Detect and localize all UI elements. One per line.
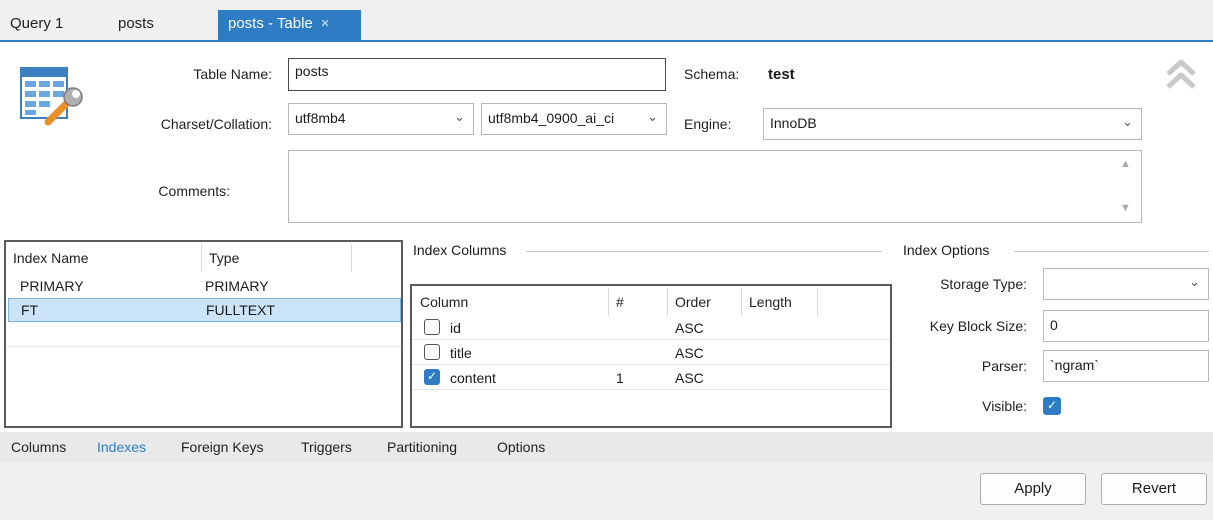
table-wrench-icon	[18, 64, 88, 134]
row-divider	[6, 346, 401, 347]
collation-value: utf8mb4_0900_ai_ci	[488, 110, 615, 126]
column-order-cell: ASC	[675, 345, 704, 361]
revert-button[interactable]: Revert	[1101, 473, 1207, 505]
index-name-cell: FT	[21, 302, 39, 318]
index-type-cell: PRIMARY	[205, 278, 269, 294]
visible-label: Visible:	[982, 398, 1027, 414]
tab-columns[interactable]: Columns	[11, 439, 66, 455]
group-divider	[1014, 251, 1209, 252]
comments-label: Comments:	[158, 183, 230, 199]
column-order-cell: ASC	[675, 320, 704, 336]
table-row[interactable]: PRIMARY PRIMARY	[6, 276, 401, 298]
comments-textarea[interactable]	[288, 150, 1142, 223]
table-row[interactable]: FT FULLTEXT	[8, 298, 401, 322]
tab-posts[interactable]: posts	[108, 10, 164, 40]
length-header[interactable]: Length	[749, 294, 792, 310]
close-icon[interactable]: ×	[321, 15, 330, 32]
column-num-cell: 1	[616, 370, 624, 386]
table-row[interactable]: title ASC	[412, 341, 890, 365]
chevron-down-icon: ⌄	[1122, 114, 1133, 129]
index-list[interactable]: Index Name Type PRIMARY PRIMARY FT FULLT…	[4, 240, 403, 428]
index-name-cell: PRIMARY	[20, 278, 84, 294]
column-divider	[667, 288, 668, 316]
index-options-title: Index Options	[903, 242, 990, 258]
storage-type-label: Storage Type:	[940, 276, 1027, 292]
engine-label: Engine:	[684, 116, 732, 132]
index-columns-title: Index Columns	[413, 242, 507, 258]
tab-label: posts	[118, 15, 154, 32]
collation-select[interactable]: utf8mb4_0900_ai_ci ⌄	[481, 103, 667, 135]
tab-label: Query 1	[10, 15, 64, 32]
chevron-down-icon: ⌄	[647, 109, 658, 124]
editor-tab-strip: Query 1 posts posts - Table ×	[0, 0, 1213, 42]
tab-indexes[interactable]: Indexes	[97, 439, 146, 455]
index-name-header[interactable]: Index Name	[13, 250, 88, 266]
column-divider	[741, 288, 742, 316]
schema-value: test	[768, 66, 795, 83]
tab-partitioning[interactable]: Partitioning	[387, 439, 457, 455]
tab-options[interactable]: Options	[497, 439, 545, 455]
number-header[interactable]: #	[616, 294, 624, 310]
key-block-size-input[interactable]: 0	[1043, 310, 1209, 342]
index-columns-grid[interactable]: Column # Order Length id ASC title ASC ✓…	[410, 284, 892, 428]
key-block-size-label: Key Block Size:	[929, 318, 1027, 334]
storage-type-select[interactable]: ⌄	[1043, 268, 1209, 300]
type-header[interactable]: Type	[209, 250, 239, 266]
column-checkbox-checked[interactable]: ✓	[424, 369, 440, 385]
tab-posts-table[interactable]: posts - Table ×	[218, 10, 361, 40]
engine-select[interactable]: InnoDB ⌄	[763, 108, 1142, 140]
column-divider	[817, 288, 818, 316]
column-checkbox[interactable]	[424, 344, 440, 360]
column-name-cell: title	[450, 345, 472, 361]
column-header[interactable]: Column	[420, 294, 468, 310]
chevron-down-icon: ⌄	[454, 109, 465, 124]
charset-value: utf8mb4	[295, 110, 346, 126]
charset-select[interactable]: utf8mb4 ⌄	[288, 103, 474, 135]
column-name-cell: id	[450, 320, 461, 336]
parser-label: Parser:	[981, 358, 1027, 374]
order-header[interactable]: Order	[675, 294, 711, 310]
column-divider	[351, 244, 352, 272]
charset-collation-label: Charset/Collation:	[160, 116, 272, 132]
table-name-label: Table Name:	[193, 66, 272, 82]
chevron-down-icon: ⌄	[1189, 274, 1200, 289]
engine-value: InnoDB	[770, 115, 817, 131]
table-row[interactable]: ✓ content 1 ASC	[412, 366, 890, 390]
tab-query-1[interactable]: Query 1	[0, 10, 73, 40]
double-chevron-up-icon[interactable]	[1165, 58, 1197, 92]
scroll-down-icon[interactable]: ▼	[1120, 202, 1131, 214]
table-row[interactable]: id ASC	[412, 316, 890, 340]
column-name-cell: content	[450, 370, 496, 386]
column-divider	[608, 288, 609, 316]
tab-label: posts - Table	[228, 15, 313, 32]
footer-bar: Apply Revert	[0, 462, 1213, 520]
parser-input[interactable]: `ngram`	[1043, 350, 1209, 382]
apply-button[interactable]: Apply	[980, 473, 1086, 505]
column-order-cell: ASC	[675, 370, 704, 386]
table-name-input[interactable]: posts	[288, 58, 666, 91]
tab-triggers[interactable]: Triggers	[301, 439, 352, 455]
tab-foreign-keys[interactable]: Foreign Keys	[181, 439, 263, 455]
visible-checkbox[interactable]: ✓	[1043, 397, 1061, 415]
scroll-up-icon[interactable]: ▲	[1120, 158, 1131, 170]
index-type-cell: FULLTEXT	[206, 302, 275, 318]
group-divider	[526, 251, 882, 252]
editor-subtabs: Columns Indexes Foreign Keys Triggers Pa…	[0, 432, 1213, 462]
schema-label: Schema:	[684, 66, 740, 82]
column-checkbox[interactable]	[424, 319, 440, 335]
column-divider	[201, 244, 202, 272]
